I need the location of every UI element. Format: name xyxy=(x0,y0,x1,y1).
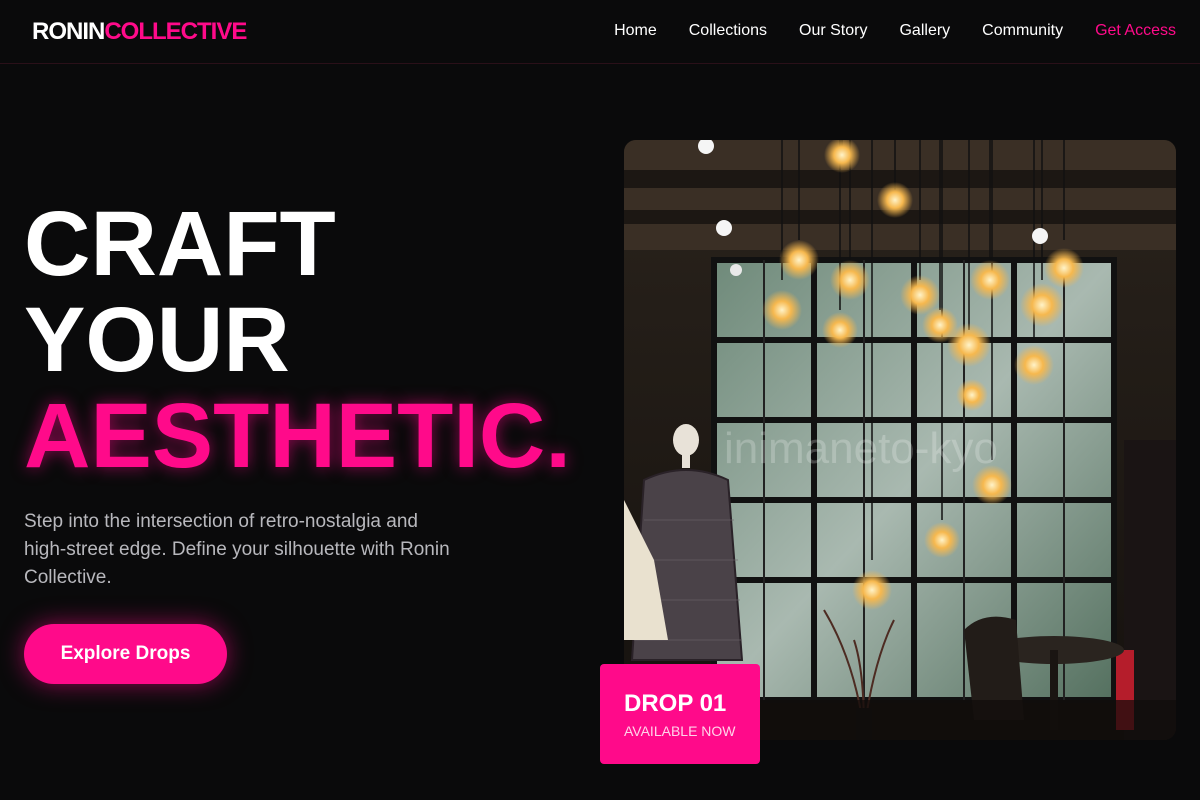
hero-subtitle: Step into the intersection of retro-nost… xyxy=(24,511,450,588)
feature-image: inimaneto-kyo xyxy=(624,140,1176,740)
headline-line-2: YOUR xyxy=(24,289,290,391)
nav-item-community[interactable]: Community xyxy=(982,21,1063,41)
hero-headline: CRAFT YOUR AESTHETIC. xyxy=(24,196,571,484)
drop-badge-title: DROP 01 xyxy=(624,690,727,717)
drop-badge[interactable]: DROP 01 AVAILABLE NOW xyxy=(600,664,760,764)
store-interior-image: inimaneto-kyo xyxy=(624,140,1176,740)
nav-item-gallery[interactable]: Gallery xyxy=(899,21,950,41)
nav-item-home[interactable]: Home xyxy=(614,21,657,41)
nav-item-collections[interactable]: Collections xyxy=(689,21,767,41)
nav-item-our-story[interactable]: Our Story xyxy=(799,21,867,41)
headline-line-1: CRAFT xyxy=(24,193,336,295)
headline-line-3: AESTHETIC. xyxy=(24,385,571,487)
top-nav: RONINCOLLECTIVE Home Collections Our Sto… xyxy=(0,0,1200,64)
brand-logo-part2: COLLECTIVE xyxy=(104,18,247,45)
explore-drops-button[interactable]: Explore Drops xyxy=(24,624,227,684)
image-watermark: inimaneto-kyo xyxy=(724,424,998,473)
brand-logo[interactable]: RONINCOLLECTIVE xyxy=(32,18,247,46)
brand-logo-part1: RONIN xyxy=(32,18,105,45)
drop-badge-subtitle: AVAILABLE NOW xyxy=(624,723,736,739)
nav-links: Home Collections Our Story Gallery Commu… xyxy=(614,21,1176,41)
get-access-link[interactable]: Get Access xyxy=(1095,21,1176,41)
